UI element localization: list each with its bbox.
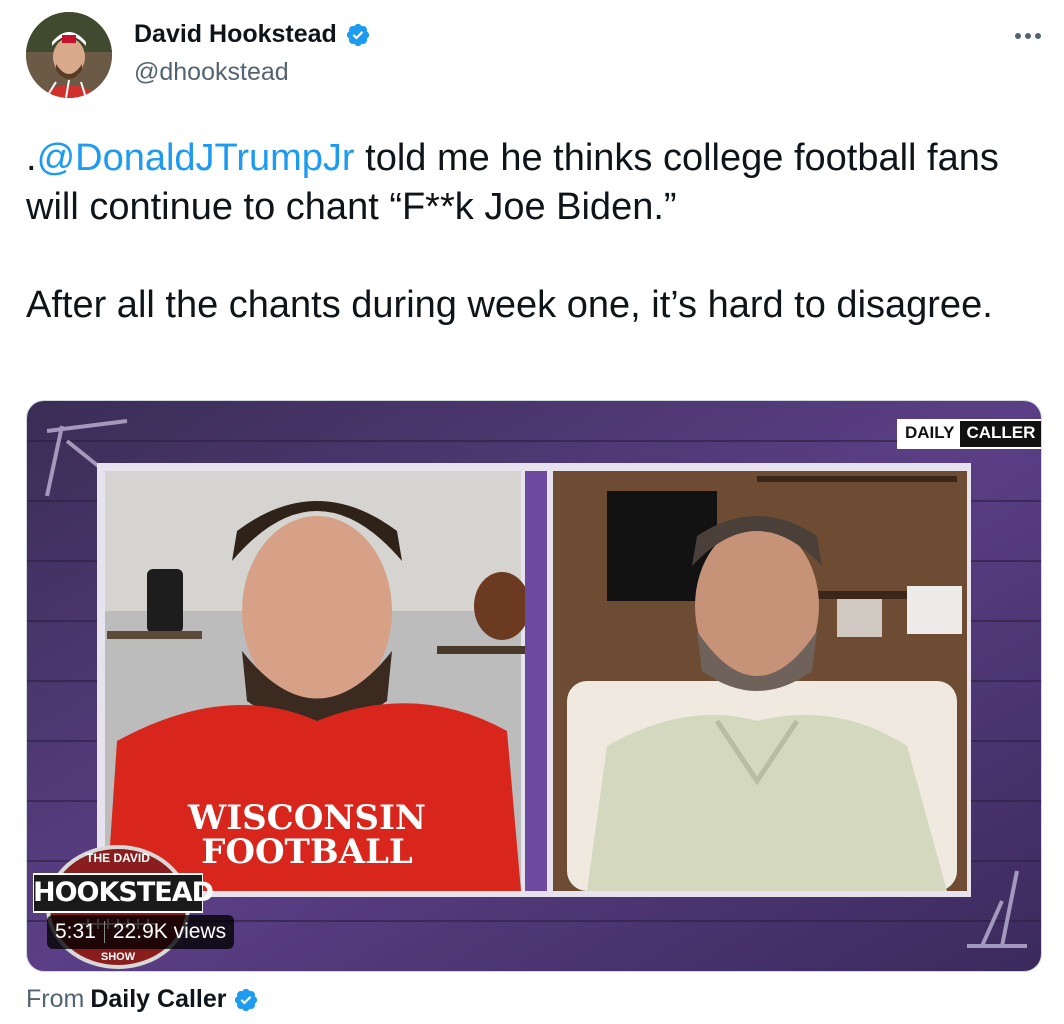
tweet-paragraph-2: After all the chants during week one, it… (26, 284, 993, 326)
tweet-paragraph-1: .@DonaldJTrumpJr told me he thinks colle… (26, 134, 1036, 232)
avatar-photo-icon (26, 12, 112, 98)
tweet-prefix: . (26, 137, 37, 179)
verified-badge-icon (234, 988, 257, 1011)
daily-caller-watermark: DAILY CALLER (897, 419, 1041, 449)
author-name[interactable]: David Hookstead (134, 20, 337, 49)
author-name-row[interactable]: David Hookstead (134, 20, 371, 49)
show-logo-top: THE DAVID (86, 851, 150, 865)
more-horizontal-icon (1015, 33, 1041, 39)
avatar[interactable] (26, 12, 112, 98)
watermark-left: DAILY (899, 421, 961, 447)
watermark-right: CALLER (960, 421, 1041, 447)
video-stats-badge: 5:31 22.9K views (47, 915, 235, 949)
author-handle[interactable]: @dhookstead (134, 58, 289, 87)
show-logo-main: HOOKSTEAD (33, 877, 214, 908)
show-logo: THE DAVID HOOKSTEAD SHOW (33, 839, 214, 969)
source-name[interactable]: Daily Caller (90, 985, 226, 1014)
tweet-text: .@DonaldJTrumpJr told me he thinks colle… (26, 134, 1036, 330)
mention-link[interactable]: @DonaldJTrumpJr (37, 137, 355, 179)
video-duration: 5:31 (55, 920, 96, 943)
verified-badge-icon (346, 23, 369, 46)
source-attribution: From Daily Caller (26, 985, 259, 1014)
more-options-button[interactable] (1008, 22, 1048, 50)
show-logo-bottom: SHOW (100, 951, 136, 963)
video-player[interactable]: DAILY CALLER WISCONSIN FOOTBALL THE DAVI… (26, 400, 1042, 972)
video-views: 22.9K views (112, 920, 227, 943)
shirt-text: WISCONSIN FOOTBALL (188, 798, 426, 872)
badge-separator (103, 921, 105, 943)
source-label: From (26, 985, 85, 1013)
